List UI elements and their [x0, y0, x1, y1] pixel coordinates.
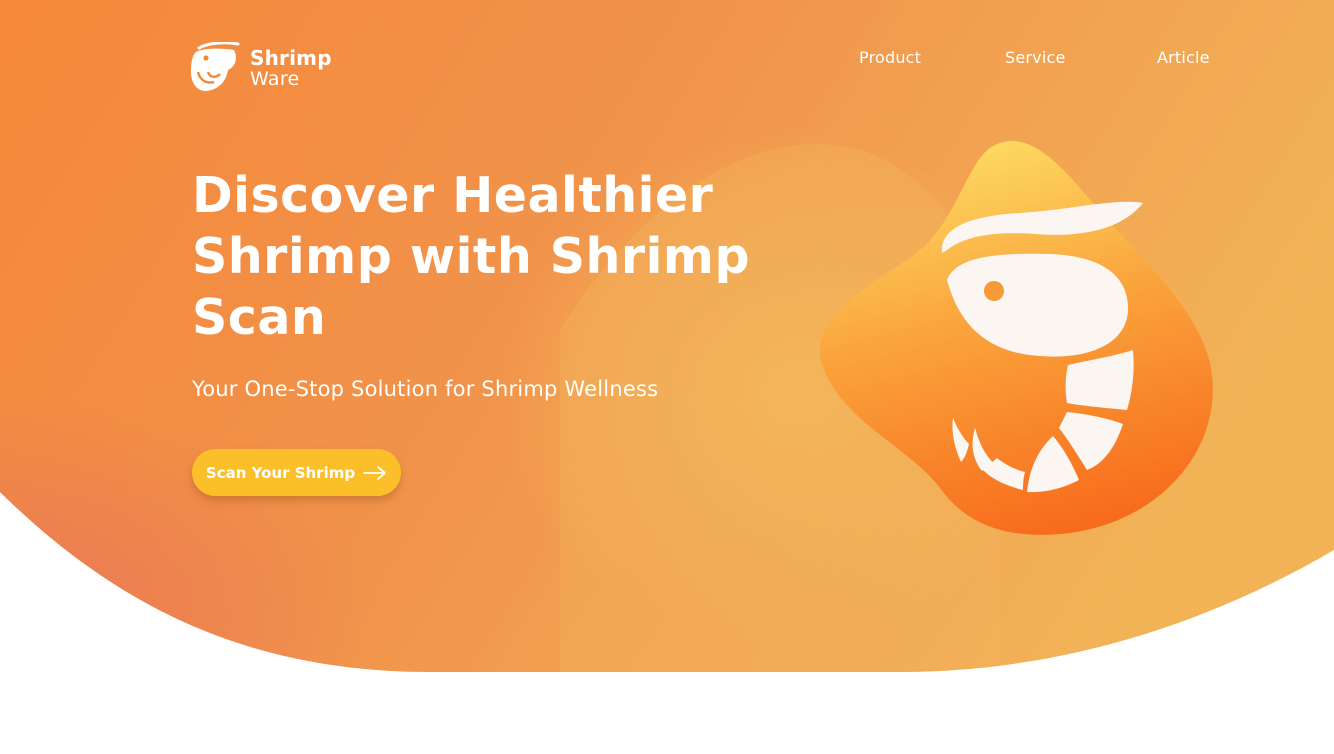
brand-name-line2: Ware	[250, 68, 300, 90]
hero-title-line1: Discover Healthier	[192, 167, 714, 224]
scan-shrimp-button-label: Scan Your Shrimp	[205, 463, 356, 482]
hero-illustration	[819, 140, 1213, 535]
arrow-right-icon	[363, 465, 386, 480]
nav-link-service[interactable]: Service	[1005, 48, 1066, 67]
main-nav: Product Service Article	[0, 48, 1334, 72]
hero-title-line2: Shrimp with Shrimp	[192, 228, 751, 285]
hero-title: Discover Healthier Shrimp with Shrimp Sc…	[192, 165, 782, 348]
hero-title-line3: Scan	[192, 289, 327, 346]
nav-link-article[interactable]: Article	[1157, 48, 1210, 67]
site-header: Shrimp Ware Product Service Article	[0, 0, 1334, 110]
hero-subtitle: Your One-Stop Solution for Shrimp Wellne…	[192, 377, 659, 401]
scan-shrimp-button[interactable]: Scan Your Shrimp	[192, 449, 401, 496]
nav-link-product[interactable]: Product	[859, 48, 921, 67]
landing-page: Shrimp Ware Product Service Article Disc…	[0, 0, 1334, 754]
